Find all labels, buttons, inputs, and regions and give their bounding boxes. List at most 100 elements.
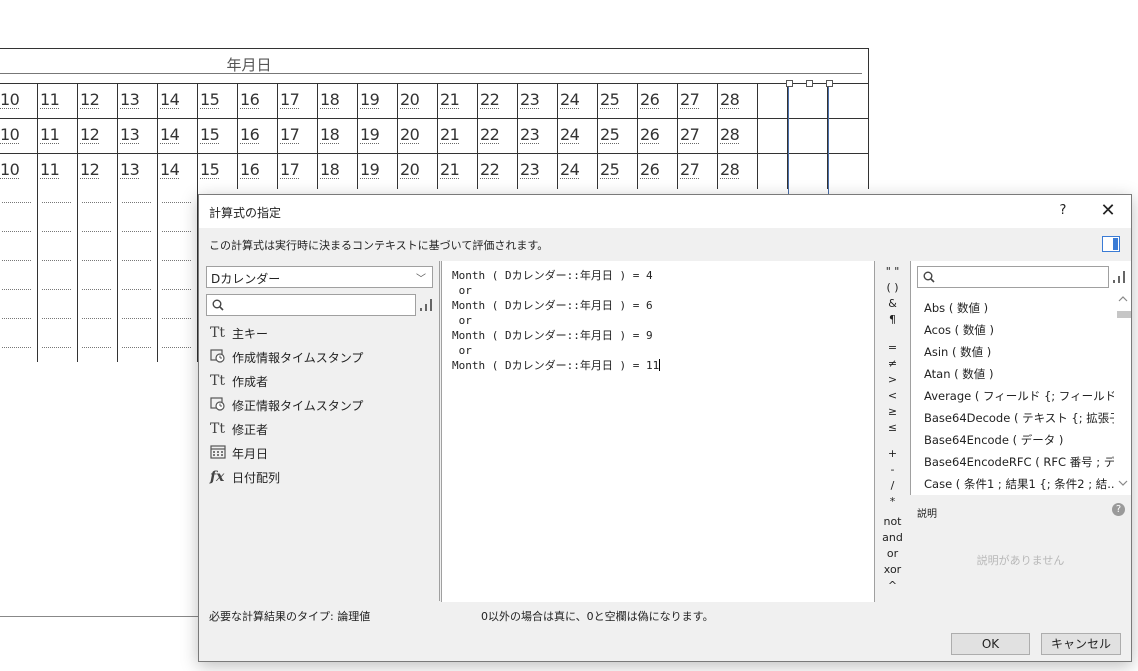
function-list-item[interactable]: Asin ( 数値 ) (924, 341, 1114, 363)
function-list-item[interactable]: Atan ( 数値 ) (924, 363, 1114, 385)
sort-icon[interactable] (420, 298, 433, 312)
table-context-select[interactable]: Dカレンダー ﹀ (206, 266, 433, 288)
layout-dotted-cell (0, 188, 38, 217)
layout-day-number: 12 (80, 90, 100, 109)
operator-button[interactable]: - (876, 463, 909, 477)
layout-day-number: 16 (240, 160, 260, 179)
operator-button[interactable]: ≤ (876, 421, 909, 435)
formula-editor[interactable]: Month ( Dカレンダー::年月日 ) = 4 or Month ( Dカレ… (441, 261, 875, 602)
description-help-icon[interactable]: ? (1112, 503, 1125, 516)
layout-dotted-cell (118, 246, 158, 275)
help-button[interactable]: ? (1051, 200, 1075, 222)
layout-day-cell: 28 (718, 84, 758, 119)
layout-empty-row (0, 304, 198, 333)
operator-button[interactable]: & (876, 297, 909, 311)
field-list-item[interactable]: Tt 修正者 (206, 417, 436, 441)
layout-header-underline (0, 73, 862, 74)
layout-dotted-cell (118, 304, 158, 333)
layout-day-cell: 22 (478, 119, 518, 154)
layout-day-number: 28 (720, 160, 740, 179)
selection-handle[interactable] (826, 80, 833, 87)
field-list-item[interactable]: Tt 主キー (206, 321, 436, 345)
operator-button[interactable]: ¶ (876, 313, 909, 327)
specify-calculation-dialog: 計算式の指定 ? ✕ この計算式は実行時に決まるコンテキストに基づいて評価されま… (198, 194, 1132, 662)
operator-button[interactable]: not (876, 515, 909, 529)
operator-button[interactable]: / (876, 479, 909, 493)
layout-day-cell: 24 (558, 154, 598, 189)
function-list-item[interactable]: Case ( 条件1 ; 結果1 {; 条件2 ; 結... (924, 473, 1114, 495)
operator-button[interactable]: * (876, 495, 909, 509)
function-list-item[interactable]: Base64Encode ( データ ) (924, 429, 1114, 451)
layout-day-cell: 13 (118, 154, 158, 189)
dialog-titlebar[interactable]: 計算式の指定 ? ✕ (199, 195, 1131, 228)
layout-day-cell: 10 (0, 119, 38, 154)
function-list-item[interactable]: Average ( フィールド {; フィールド...} ) (924, 385, 1114, 407)
operator-button[interactable]: = (876, 341, 909, 355)
layout-dotted-cell (118, 188, 158, 217)
function-search-input[interactable] (917, 266, 1109, 288)
operator-button[interactable]: < (876, 389, 909, 403)
selection-handle[interactable] (806, 80, 813, 87)
field-list-item[interactable]: 修正情報タイムスタンプ (206, 393, 436, 417)
ok-button[interactable]: OK (951, 633, 1030, 655)
field-search-input[interactable] (206, 294, 416, 316)
layout-empty-cell (828, 119, 869, 154)
close-button[interactable]: ✕ (1095, 200, 1121, 222)
layout-day-cell: 23 (518, 119, 558, 154)
layout-day-number: 13 (120, 125, 140, 144)
operator-button[interactable]: and (876, 531, 909, 545)
layout-day-number: 10 (0, 90, 20, 109)
layout-day-number: 10 (0, 125, 20, 144)
operator-button[interactable]: ^ (876, 579, 909, 593)
layout-day-number: 18 (320, 125, 340, 144)
operator-button[interactable]: + (876, 447, 909, 461)
operator-button[interactable]: ≥ (876, 405, 909, 419)
description-panel: 説明がありません (910, 521, 1131, 602)
layout-day-number: 25 (600, 160, 620, 179)
layout-day-number: 23 (520, 125, 540, 144)
layout-date-row: 10 11 12 13 14 15 16 17 18 19 20 21 22 23 24 25 26 27 28 (0, 153, 869, 189)
layout-day-cell: 16 (238, 84, 278, 119)
function-list-item[interactable]: Abs ( 数値 ) (924, 297, 1114, 319)
operator-button[interactable]: ( ) (876, 281, 909, 295)
layout-day-number: 27 (680, 90, 700, 109)
layout-day-number: 23 (520, 160, 540, 179)
function-list-item[interactable]: Acos ( 数値 ) (924, 319, 1114, 341)
field-list-item[interactable]: fx 日付配列 (206, 465, 436, 489)
selection-handle[interactable] (786, 80, 793, 87)
layout-day-cell: 23 (518, 154, 558, 189)
layout-day-cell: 10 (0, 154, 38, 189)
layout-day-cell: 20 (398, 84, 438, 119)
operator-button[interactable]: or (876, 547, 909, 561)
selection-guide-right (828, 83, 829, 195)
panel-toggle-icon[interactable] (1102, 236, 1120, 252)
operator-button[interactable]: xor (876, 563, 909, 577)
sort-icon[interactable] (1113, 270, 1126, 284)
operator-button[interactable]: " " (876, 265, 909, 279)
layout-day-number: 20 (400, 90, 420, 109)
layout-day-number: 15 (200, 160, 220, 179)
layout-dotted-cell (118, 275, 158, 304)
layout-dotted-cell (38, 333, 78, 362)
function-list-item[interactable]: Base64Decode ( テキスト {; 拡張子... (924, 407, 1114, 429)
layout-empty-row (0, 217, 198, 246)
formula-text[interactable]: Month ( Dカレンダー::年月日 ) = 4 or Month ( Dカレ… (452, 268, 661, 373)
cancel-button[interactable]: キャンセル (1041, 633, 1121, 655)
search-icon (923, 271, 935, 283)
formula-line: Month ( Dカレンダー::年月日 ) = 6 (452, 299, 653, 312)
function-list-scrollbar[interactable] (1114, 291, 1131, 491)
layout-day-cell: 24 (558, 84, 598, 119)
fields-panel: Dカレンダー ﹀ Tt 主キー 作成情報タイムスタンプ Tt 作成者 修正情報タイムスタン… (200, 261, 440, 601)
function-list-item[interactable]: Base64EncodeRFC ( RFC 番号 ; デ... (924, 451, 1114, 473)
field-list-item[interactable]: 年月日 (206, 441, 436, 465)
formula-line: Month ( Dカレンダー::年月日 ) = 9 (452, 329, 653, 342)
layout-day-number: 23 (520, 90, 540, 109)
timestamp-field-icon (210, 396, 230, 414)
field-list-item[interactable]: 作成情報タイムスタンプ (206, 345, 436, 369)
layout-empty-cell (788, 119, 828, 154)
operator-button[interactable]: ≠ (876, 357, 909, 371)
layout-day-cell: 26 (638, 84, 678, 119)
operator-button[interactable]: > (876, 373, 909, 387)
field-list-item[interactable]: Tt 作成者 (206, 369, 436, 393)
layout-dotted-cell (0, 333, 38, 362)
